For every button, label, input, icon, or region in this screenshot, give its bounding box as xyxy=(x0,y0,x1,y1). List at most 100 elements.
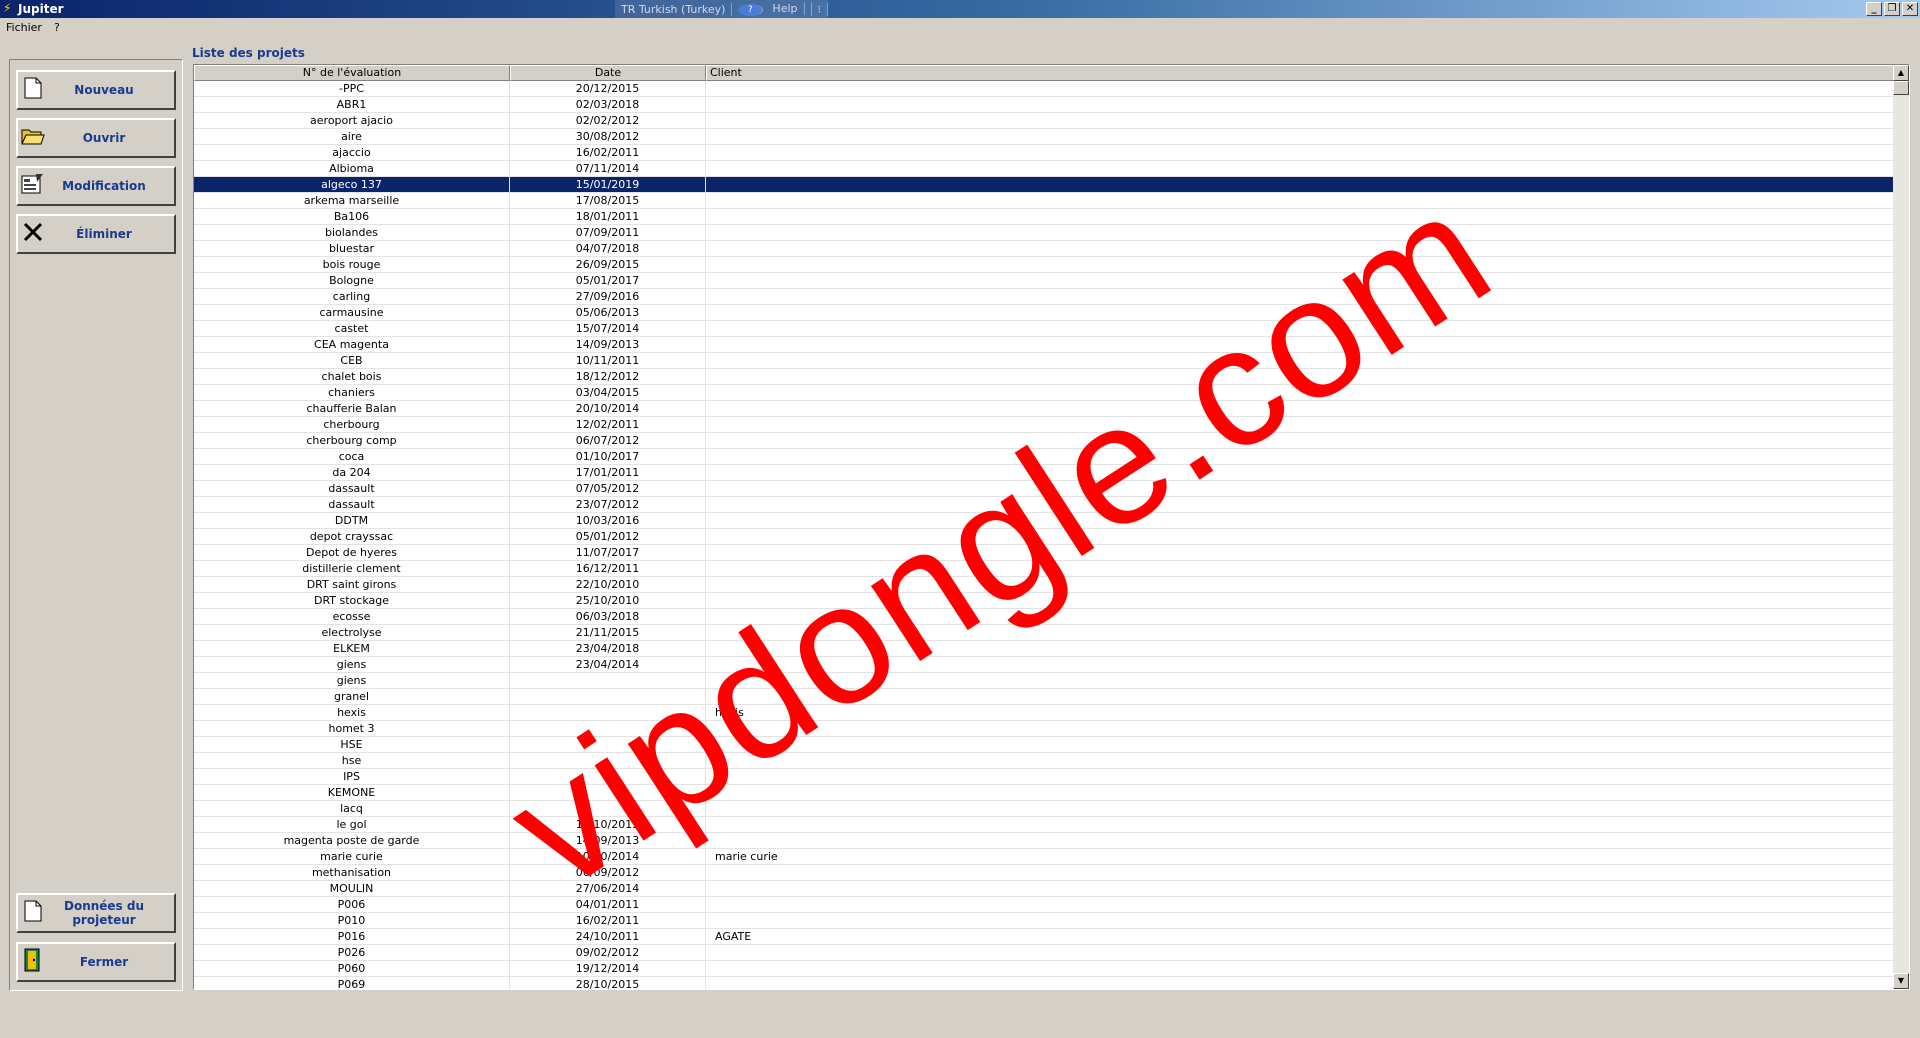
menu-fichier[interactable]: Fichier xyxy=(0,19,48,37)
table-row[interactable]: ABR1 02/03/2018 xyxy=(194,97,1894,113)
vertical-scrollbar[interactable]: ▲ ▼ xyxy=(1893,65,1909,989)
table-row[interactable]: carling 27/09/2016 xyxy=(194,289,1894,305)
table-row[interactable]: methanisation 06/09/2012 xyxy=(194,865,1894,881)
table-row[interactable]: castet 15/07/2014 xyxy=(194,321,1894,337)
table-row[interactable]: P006 04/01/2011 xyxy=(194,897,1894,913)
cell-client xyxy=(706,193,1894,208)
table-row[interactable]: carmausine 05/06/2013 xyxy=(194,305,1894,321)
scroll-down-icon[interactable]: ▼ xyxy=(1893,973,1909,989)
table-row[interactable]: magenta poste de garde 14/09/2013 xyxy=(194,833,1894,849)
table-row[interactable]: distillerie clement 16/12/2011 xyxy=(194,561,1894,577)
table-row[interactable]: hexis hexis xyxy=(194,705,1894,721)
table-row[interactable]: bluestar 04/07/2018 xyxy=(194,241,1894,257)
table-row[interactable]: da 204 17/01/2011 xyxy=(194,465,1894,481)
table-row[interactable]: ajaccio 16/02/2011 xyxy=(194,145,1894,161)
table-row[interactable]: DDTM 10/03/2016 xyxy=(194,513,1894,529)
table-row[interactable]: lacq xyxy=(194,801,1894,817)
table-row[interactable]: ecosse 06/03/2018 xyxy=(194,609,1894,625)
table-row[interactable]: biolandes 07/09/2011 xyxy=(194,225,1894,241)
cell-evaluation: P006 xyxy=(194,897,510,912)
column-header-client[interactable]: Client xyxy=(706,65,1894,81)
cell-client xyxy=(706,225,1894,240)
table-row[interactable]: cherbourg comp 06/07/2012 xyxy=(194,433,1894,449)
column-header-date[interactable]: Date xyxy=(510,65,706,81)
table-row[interactable]: aire 30/08/2012 xyxy=(194,129,1894,145)
table-row[interactable]: coca 01/10/2017 xyxy=(194,449,1894,465)
close-icon[interactable]: ✕ xyxy=(1902,2,1918,16)
table-row[interactable]: chalet bois 18/12/2012 xyxy=(194,369,1894,385)
table-row[interactable]: bois rouge 26/09/2015 xyxy=(194,257,1894,273)
table-row[interactable]: dassault 07/05/2012 xyxy=(194,481,1894,497)
table-row[interactable]: giens 23/04/2014 xyxy=(194,657,1894,673)
cell-date: 23/04/2018 xyxy=(510,641,706,656)
table-row[interactable]: Depot de hyeres 11/07/2017 xyxy=(194,545,1894,561)
langbar-options-icon[interactable]: ⁝ xyxy=(812,2,828,16)
table-row[interactable]: CEB 10/11/2011 xyxy=(194,353,1894,369)
table-row[interactable]: Bologne 05/01/2017 xyxy=(194,273,1894,289)
table-row[interactable]: P060 19/12/2014 xyxy=(194,961,1894,977)
project-list[interactable]: N° de l'évaluation Date Client -PPC 20/12… xyxy=(193,64,1910,990)
cell-evaluation: distillerie clement xyxy=(194,561,510,576)
cell-client: hexis xyxy=(715,706,744,719)
project-list-title: Liste des projets xyxy=(192,46,305,60)
table-row[interactable]: P026 09/02/2012 xyxy=(194,945,1894,961)
table-row[interactable]: CEA magenta 14/09/2013 xyxy=(194,337,1894,353)
table-row[interactable]: algeco 137 15/01/2019 xyxy=(194,177,1894,193)
table-row[interactable]: DRT stockage 25/10/2010 xyxy=(194,593,1894,609)
table-row[interactable]: HSE xyxy=(194,737,1894,753)
table-row[interactable]: Albioma 07/11/2014 xyxy=(194,161,1894,177)
cell-evaluation: -PPC xyxy=(194,81,510,96)
menu-help[interactable]: ? xyxy=(48,19,66,37)
table-row[interactable]: dassault 23/07/2012 xyxy=(194,497,1894,513)
table-row[interactable]: depot crayssac 05/01/2012 xyxy=(194,529,1894,545)
scroll-up-icon[interactable]: ▲ xyxy=(1893,65,1909,81)
table-row[interactable]: P016 24/10/2011 AGATE xyxy=(194,929,1894,945)
cell-evaluation: cherbourg xyxy=(194,417,510,432)
donnees-projeteur-button[interactable]: Données du projeteur xyxy=(16,893,176,933)
table-row[interactable]: P010 16/02/2011 xyxy=(194,913,1894,929)
table-row[interactable]: IPS xyxy=(194,769,1894,785)
table-row[interactable]: ELKEM 23/04/2018 xyxy=(194,641,1894,657)
table-row[interactable]: KEMONE xyxy=(194,785,1894,801)
cell-evaluation: ABR1 xyxy=(194,97,510,112)
table-row[interactable]: homet 3 xyxy=(194,721,1894,737)
table-row[interactable]: arkema marseille 17/08/2015 xyxy=(194,193,1894,209)
language-bar[interactable]: TR Turkish (Turkey) ? Help ⁝ xyxy=(615,0,828,18)
language-indicator[interactable]: TR Turkish (Turkey) xyxy=(615,2,733,16)
eliminer-button[interactable]: Éliminer xyxy=(16,214,176,254)
ouvrir-button[interactable]: Ouvrir xyxy=(16,118,176,158)
cell-client xyxy=(706,833,1894,848)
modification-button[interactable]: Modification xyxy=(16,166,176,206)
restore-icon[interactable]: ❐ xyxy=(1884,2,1900,16)
cell-evaluation: carling xyxy=(194,289,510,304)
fermer-button[interactable]: Fermer xyxy=(16,942,176,982)
minimize-icon[interactable]: _ xyxy=(1866,2,1882,16)
menu-bar: Fichier ? xyxy=(0,19,1920,37)
table-row[interactable]: le gol 12/10/2015 xyxy=(194,817,1894,833)
table-row[interactable]: hse xyxy=(194,753,1894,769)
table-row[interactable]: aeroport ajacio 02/02/2012 xyxy=(194,113,1894,129)
table-row[interactable]: cherbourg 12/02/2011 xyxy=(194,417,1894,433)
help-button[interactable]: ? Help xyxy=(732,2,812,16)
column-header-evaluation[interactable]: N° de l'évaluation xyxy=(194,65,510,81)
scroll-thumb[interactable] xyxy=(1893,81,1909,95)
cell-date: 26/09/2015 xyxy=(510,257,706,272)
cell-client xyxy=(706,129,1894,144)
table-row[interactable]: -PPC 20/12/2015 xyxy=(194,81,1894,97)
cell-evaluation: Albioma xyxy=(194,161,510,176)
table-row[interactable]: MOULIN 27/06/2014 xyxy=(194,881,1894,897)
table-row[interactable]: marie curie 10/10/2014 marie curie xyxy=(194,849,1894,865)
table-row[interactable]: DRT saint girons 22/10/2010 xyxy=(194,577,1894,593)
table-row[interactable]: giens xyxy=(194,673,1894,689)
table-row[interactable]: chaufferie Balan 20/10/2014 xyxy=(194,401,1894,417)
nouveau-button[interactable]: Nouveau xyxy=(16,70,176,110)
cell-date: 25/10/2010 xyxy=(510,593,706,608)
table-row[interactable]: chaniers 03/04/2015 xyxy=(194,385,1894,401)
cell-client xyxy=(706,257,1894,272)
table-row[interactable]: electrolyse 21/11/2015 xyxy=(194,625,1894,641)
exit-door-icon xyxy=(18,948,48,977)
table-row[interactable]: Ba106 18/01/2011 xyxy=(194,209,1894,225)
table-row[interactable]: granel xyxy=(194,689,1894,705)
cell-client xyxy=(706,593,1894,608)
table-row[interactable]: P069 28/10/2015 xyxy=(194,977,1894,989)
